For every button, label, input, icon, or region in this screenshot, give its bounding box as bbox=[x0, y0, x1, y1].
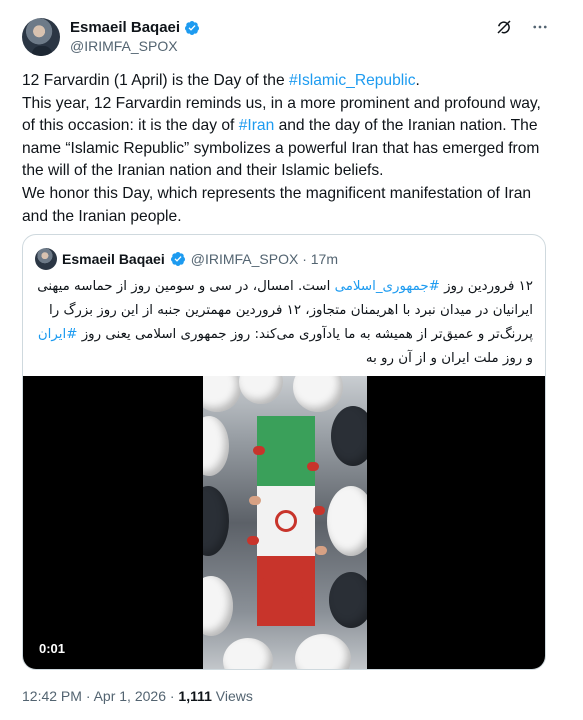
tweet-post: Esmaeil Baqaei @IRIMFA_SPOX 12 Farvardin… bbox=[0, 0, 583, 720]
figure-shape bbox=[203, 486, 229, 556]
quoted-handle-time[interactable]: @IRIMFA_SPOX · 17m bbox=[191, 251, 338, 267]
grok-icon[interactable] bbox=[495, 18, 513, 36]
post-timestamp[interactable]: 12:42 PM · Apr 1, 2026 · bbox=[22, 688, 178, 704]
author-display-name[interactable]: Esmaeil Baqaei bbox=[70, 19, 180, 36]
quoted-display-name[interactable]: Esmaeil Baqaei bbox=[62, 251, 165, 267]
views-count: 1,111 bbox=[178, 688, 212, 704]
more-options-icon[interactable] bbox=[531, 18, 549, 36]
tweet-text: 12 Farvardin (1 April) is the Day of the… bbox=[22, 70, 552, 228]
hashtag-link[interactable]: #Iran bbox=[239, 117, 275, 134]
post-meta: 12:42 PM · Apr 1, 2026 · 1,111 Views bbox=[22, 688, 253, 704]
hashtag-link[interactable]: #ایران bbox=[38, 327, 78, 342]
header-actions bbox=[495, 18, 549, 36]
figure-shape bbox=[203, 376, 241, 412]
hand-shape bbox=[301, 590, 313, 599]
text-span: 12 Farvardin (1 April) is the Day of the bbox=[22, 72, 289, 89]
figure-shape bbox=[203, 416, 229, 476]
avatar[interactable] bbox=[22, 18, 60, 56]
video-time-badge: 0:01 bbox=[39, 641, 66, 656]
hand-shape bbox=[253, 446, 265, 455]
hashtag-link[interactable]: #جمهوری_اسلامی bbox=[335, 279, 440, 294]
tweet-paragraph: We honor this Day, which represents the … bbox=[22, 184, 532, 225]
quoted-avatar[interactable] bbox=[35, 248, 57, 270]
views-label: Views bbox=[211, 688, 253, 704]
figure-shape bbox=[239, 376, 283, 404]
hand-shape bbox=[313, 506, 325, 515]
video-player[interactable]: 0:01 bbox=[23, 376, 545, 669]
hand-shape bbox=[307, 462, 319, 471]
quoted-tweet-text: ۱۲ فروردین روز #جمهوری_اسلامی است. امسال… bbox=[35, 275, 533, 371]
verified-badge-icon bbox=[170, 252, 185, 266]
hand-shape bbox=[249, 496, 261, 505]
figure-shape bbox=[331, 406, 367, 466]
text-span: ۱۲ فروردین روز bbox=[439, 279, 533, 294]
hashtag-link[interactable]: #Islamic_Republic bbox=[289, 72, 416, 89]
text-span: و روز ملت ایران و از آن رو به bbox=[365, 351, 533, 366]
figure-shape bbox=[293, 376, 343, 412]
figure-shape bbox=[223, 638, 273, 669]
figure-shape bbox=[203, 576, 233, 636]
figure-shape bbox=[327, 486, 367, 556]
verified-badge-icon bbox=[185, 20, 200, 35]
hand-shape bbox=[263, 576, 275, 585]
video-frame bbox=[203, 376, 367, 669]
figure-shape bbox=[329, 572, 367, 628]
quoted-tweet[interactable]: Esmaeil Baqaei @IRIMFA_SPOX · 17m ۱۲ فرو… bbox=[22, 234, 546, 670]
tweet-paragraph: This year, 12 Farvardin reminds us, in a… bbox=[22, 93, 552, 183]
author-name-row: Esmaeil Baqaei bbox=[70, 19, 200, 36]
tweet-paragraph: 12 Farvardin (1 April) is the Day of the… bbox=[22, 70, 552, 93]
author-handle[interactable]: @IRIMFA_SPOX bbox=[70, 38, 178, 54]
quoted-tweet-header: Esmaeil Baqaei @IRIMFA_SPOX · 17m bbox=[35, 248, 338, 270]
hand-shape bbox=[247, 536, 259, 545]
figure-shape bbox=[295, 634, 351, 669]
hand-shape bbox=[315, 546, 327, 555]
text-span: . bbox=[415, 72, 420, 89]
